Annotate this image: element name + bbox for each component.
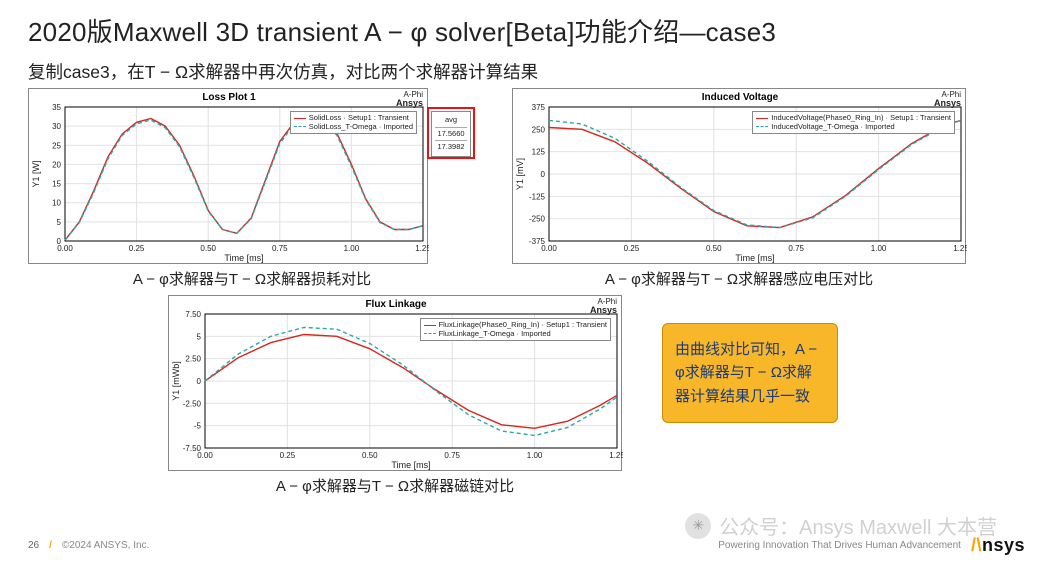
svg-text:375: 375	[532, 103, 546, 112]
svg-text:0: 0	[541, 170, 546, 179]
svg-text:250: 250	[532, 125, 546, 134]
svg-text:Time [ms]: Time [ms]	[735, 253, 774, 263]
svg-text:Y1 [mWb]: Y1 [mWb]	[171, 361, 181, 401]
chart-corner-tag: A-PhiAnsys	[590, 298, 617, 316]
svg-text:Flux Linkage: Flux Linkage	[365, 299, 427, 310]
svg-text:35: 35	[52, 103, 61, 112]
svg-text:0.75: 0.75	[788, 244, 804, 253]
chart-legend: InducedVoltage(Phase0_Ring_In) · Setup1 …	[752, 111, 955, 134]
svg-text:Time [ms]: Time [ms]	[391, 460, 430, 470]
svg-text:Y1 [mV]: Y1 [mV]	[515, 158, 525, 190]
svg-text:0.50: 0.50	[706, 244, 722, 253]
svg-text:-375: -375	[529, 237, 546, 246]
svg-text:15: 15	[52, 180, 61, 189]
svg-text:0.25: 0.25	[280, 451, 296, 460]
svg-text:Loss Plot 1: Loss Plot 1	[202, 92, 256, 103]
voltage-chart: 0.000.250.500.751.001.25-375-250-1250125…	[512, 88, 966, 264]
highlight-box	[427, 107, 475, 159]
svg-text:0.75: 0.75	[272, 244, 288, 253]
voltage-caption: A − φ求解器与T − Ω求解器感应电压对比	[605, 268, 873, 289]
chart-corner-tag: A-PhiAnsys	[934, 91, 961, 109]
flux-chart: 0.000.250.500.751.001.25-7.50-5-2.5002.5…	[168, 295, 622, 471]
svg-text:20: 20	[52, 160, 61, 169]
svg-text:1.25: 1.25	[609, 451, 623, 460]
loss-chart: 0.000.250.500.751.001.2505101520253035Ti…	[28, 88, 428, 264]
svg-text:-250: -250	[529, 215, 546, 224]
svg-text:0.50: 0.50	[200, 244, 216, 253]
loss-caption: A − φ求解器与T − Ω求解器损耗对比	[133, 268, 371, 289]
svg-text:-7.50: -7.50	[183, 444, 202, 453]
svg-text:-2.50: -2.50	[183, 399, 202, 408]
svg-text:1.00: 1.00	[527, 451, 543, 460]
svg-text:0.50: 0.50	[362, 451, 378, 460]
svg-text:5: 5	[197, 332, 202, 341]
svg-text:Induced Voltage: Induced Voltage	[702, 92, 779, 103]
copyright: ©2024 ANSYS, Inc.	[62, 540, 149, 551]
svg-text:Time [ms]: Time [ms]	[224, 253, 263, 263]
slide-subtitle: 复制case3，在T − Ω求解器中再次仿真，对比两个求解器计算结果	[28, 59, 1025, 84]
svg-text:0.25: 0.25	[624, 244, 640, 253]
svg-text:0: 0	[197, 377, 202, 386]
svg-text:125: 125	[532, 148, 546, 157]
footer-tagline: Powering Innovation That Drives Human Ad…	[718, 540, 961, 551]
svg-text:1.25: 1.25	[953, 244, 967, 253]
svg-text:5: 5	[57, 218, 62, 227]
svg-text:1.00: 1.00	[344, 244, 360, 253]
svg-text:25: 25	[52, 141, 61, 150]
svg-text:0: 0	[57, 237, 62, 246]
footer-divider: /	[49, 540, 52, 551]
svg-text:1.00: 1.00	[871, 244, 887, 253]
chart-legend: FluxLinkage(Phase0_Ring_In) · Setup1 : T…	[420, 318, 611, 341]
svg-text:0.25: 0.25	[129, 244, 145, 253]
footer: 26 / ©2024 ANSYS, Inc. Powering Innovati…	[0, 535, 1053, 556]
summary-note: 由曲线对比可知，A − φ求解器与T − Ω求解器计算结果几乎一致	[662, 323, 838, 423]
svg-text:0.75: 0.75	[444, 451, 460, 460]
svg-text:2.50: 2.50	[185, 355, 201, 364]
ansys-logo: /\nsys	[971, 535, 1025, 556]
svg-text:Y1 [W]: Y1 [W]	[31, 160, 41, 187]
chart-legend: SolidLoss · Setup1 : TransientSolidLoss_…	[290, 111, 417, 134]
svg-text:-5: -5	[194, 422, 202, 431]
flux-caption: A − φ求解器与T − Ω求解器磁链对比	[276, 475, 514, 496]
svg-text:-125: -125	[529, 192, 546, 201]
page-number: 26	[28, 540, 39, 551]
svg-text:10: 10	[52, 199, 61, 208]
svg-text:1.25: 1.25	[415, 244, 429, 253]
slide-title: 2020版Maxwell 3D transient A − φ solver[B…	[28, 12, 1025, 49]
svg-text:30: 30	[52, 122, 61, 131]
svg-text:7.50: 7.50	[185, 310, 201, 319]
chart-corner-tag: A-PhiAnsys	[396, 91, 423, 109]
